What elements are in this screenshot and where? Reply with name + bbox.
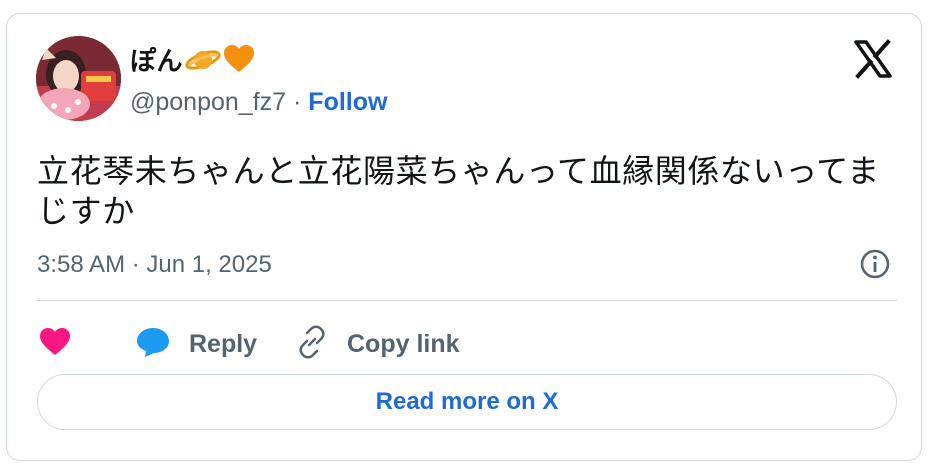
handle-row: @ponpon_fz7 · Follow [130, 87, 387, 117]
reply-button[interactable]: Reply [135, 319, 257, 369]
read-more-button[interactable]: Read more on X [37, 374, 897, 430]
action-bar: Reply Copy link [37, 319, 897, 369]
read-more-label: Read more on X [375, 388, 559, 415]
copy-link-label: Copy link [347, 329, 460, 358]
avatar[interactable] [36, 36, 121, 121]
info-icon[interactable] [859, 248, 891, 280]
divider [37, 300, 897, 301]
handle[interactable]: @ponpon_fz7 [130, 88, 286, 116]
like-button[interactable] [39, 319, 71, 369]
tweet-timestamp[interactable]: 3:58 AM · Jun 1, 2025 [37, 251, 272, 279]
follow-button[interactable]: Follow [308, 88, 387, 116]
separator-dot: · [293, 88, 302, 116]
display-name-text: ぽん [130, 46, 184, 76]
tweet-text: 立花琴未ちゃんと立花陽菜ちゃんって血縁関係ないってまじすか [37, 153, 880, 229]
reply-label: Reply [189, 329, 258, 358]
link-icon [295, 325, 329, 364]
tweet-embed-card: ぽん @ponpon_fz7 · Follow 立花琴未ちゃんと立花陽菜ちゃんっ… [6, 13, 922, 461]
heart-icon [39, 327, 71, 361]
copy-link-button[interactable]: Copy link [295, 319, 460, 369]
display-name[interactable]: ぽん [130, 45, 255, 79]
reply-bubble-icon [135, 326, 171, 363]
x-logo-icon[interactable] [853, 39, 893, 79]
orange-heart-icon [223, 45, 255, 79]
planet-emoji-icon [185, 47, 221, 79]
